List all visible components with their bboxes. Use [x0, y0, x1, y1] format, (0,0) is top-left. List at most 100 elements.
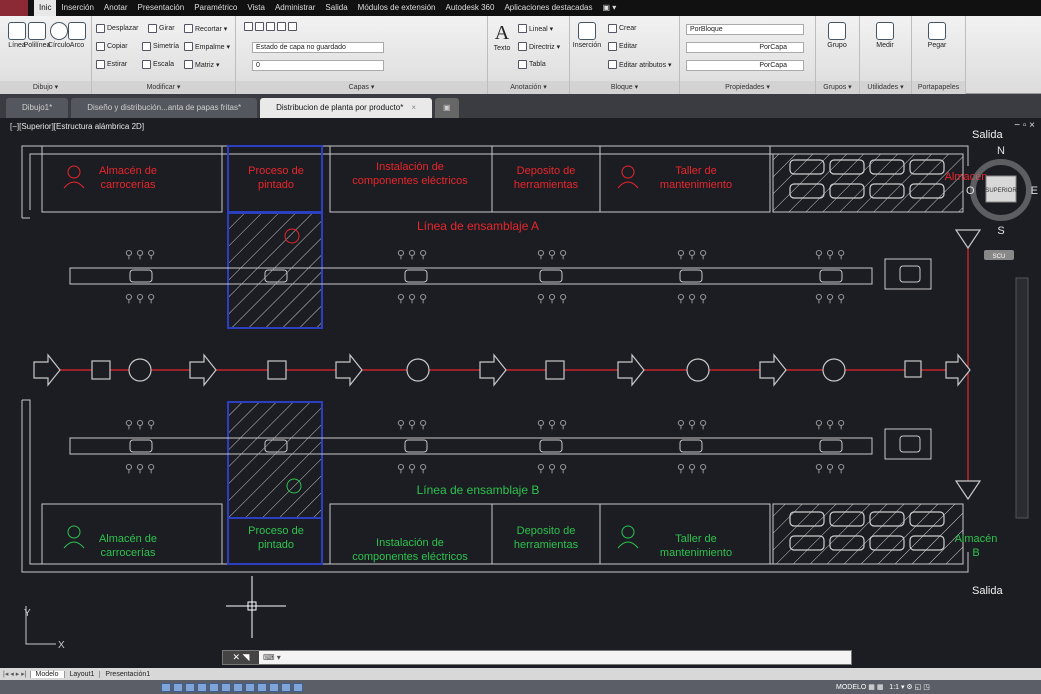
lineweight-icon[interactable]	[257, 682, 267, 692]
layer-select[interactable]: 0	[252, 60, 384, 71]
menu-inicio[interactable]: Inic	[34, 0, 57, 16]
transparency-icon[interactable]	[269, 682, 279, 692]
close-icon[interactable]: ×	[411, 103, 416, 112]
rotate-icon	[148, 24, 157, 33]
menu-autodesk360[interactable]: Autodesk 360	[441, 0, 500, 16]
menu-parametrico[interactable]: Paramétrico	[189, 0, 242, 16]
tab-dibujo1[interactable]: Dibujo1*	[6, 98, 69, 118]
lineal-tool[interactable]: Lineal ▾	[518, 24, 553, 33]
viewcube-face[interactable]: SUPERIOR	[985, 188, 1017, 194]
compass-south[interactable]: S	[997, 225, 1004, 237]
crear-bloque-tool[interactable]: Crear	[608, 24, 637, 33]
ucs-menu[interactable]: SCU	[993, 254, 1006, 260]
layer-state-select[interactable]: Estado de capa no guardado	[252, 42, 384, 53]
tab-distribucion-planta[interactable]: Distribucion de planta por producto* ×	[260, 98, 432, 118]
editar-atributos-tool[interactable]: Editar atributos ▾	[608, 60, 672, 69]
pegar-tool[interactable]: Pegar	[922, 22, 952, 49]
modificar-panel-title[interactable]: Modificar ▾	[92, 81, 235, 94]
viewport-controls[interactable]: − ▫ ×	[1014, 120, 1035, 131]
dibujo-panel-title[interactable]: Dibujo ▾	[0, 81, 91, 94]
app-logo[interactable]	[0, 0, 28, 16]
snap-icon[interactable]	[161, 682, 171, 692]
command-prompt[interactable]: ⌨ ▾	[259, 653, 281, 662]
utilidades-panel-title[interactable]: Utilidades ▾	[860, 81, 911, 94]
menu-bar: Inic Inserción Anotar Presentación Param…	[0, 0, 1041, 16]
desplazar-tool[interactable]: Desplazar	[96, 24, 139, 33]
layer-properties-tools[interactable]	[244, 22, 297, 31]
measure-icon	[876, 22, 894, 40]
compass-north[interactable]: N	[997, 145, 1005, 157]
anotacion-panel-title[interactable]: Anotación ▾	[488, 81, 569, 94]
selection-cycle-icon[interactable]	[293, 682, 303, 692]
estirar-tool[interactable]: Estirar	[96, 60, 127, 69]
linetype-select[interactable]: PorCapa	[686, 42, 804, 53]
otrack-icon[interactable]	[221, 682, 231, 692]
menu-salida[interactable]: Salida	[320, 0, 352, 16]
menu-modulos[interactable]: Módulos de extensión	[353, 0, 441, 16]
command-line[interactable]: ✕ ◥ ⌨ ▾	[222, 650, 852, 665]
portapapeles-panel-title[interactable]: Portapapeles	[912, 81, 965, 94]
insercion-tool[interactable]: Inserción	[572, 22, 602, 49]
compass-west[interactable]: O	[966, 185, 975, 197]
menu-administrar[interactable]: Administrar	[270, 0, 320, 16]
person-icon	[67, 165, 81, 179]
layer-freeze-icon	[288, 22, 297, 31]
scale-icon	[142, 60, 151, 69]
viewport-label[interactable]: [−][Superior][Estructura alámbrica 2D]	[10, 122, 144, 131]
matriz-tool[interactable]: Matriz ▾	[184, 60, 220, 69]
recortar-tool[interactable]: Recortar ▾	[184, 24, 227, 33]
propiedades-panel-title[interactable]: Propiedades ▾	[680, 81, 815, 94]
panel-portapapeles: Pegar Portapapeles	[912, 16, 966, 94]
ortho-icon[interactable]	[185, 682, 195, 692]
grupo-tool[interactable]: Grupo	[822, 22, 852, 49]
command-close-icon[interactable]: ✕ ◥	[223, 651, 259, 664]
room-label: Proceso de pintado	[248, 525, 304, 551]
nav-bar[interactable]	[1015, 277, 1029, 519]
ducs-icon[interactable]	[233, 682, 243, 692]
menu-vista[interactable]: Vista	[242, 0, 270, 16]
capas-panel-title[interactable]: Capas ▾	[236, 81, 487, 94]
grupos-panel-title[interactable]: Grupos ▾	[816, 81, 859, 94]
dyn-icon[interactable]	[245, 682, 255, 692]
person-icon	[67, 525, 81, 539]
simetria-tool[interactable]: Simetría	[142, 42, 179, 51]
bloque-panel-title[interactable]: Bloque ▾	[570, 81, 679, 94]
layout-nav-arrows[interactable]: |◂ ◂ ▸ ▸|	[0, 670, 30, 678]
directriz-tool[interactable]: Directriz ▾	[518, 42, 560, 51]
exit-label: Salida	[972, 585, 1003, 597]
girar-tool[interactable]: Girar	[148, 24, 175, 33]
menu-insercion[interactable]: Inserción	[56, 0, 98, 16]
texto-tool[interactable]: A Texto	[490, 22, 514, 52]
copiar-tool[interactable]: Copiar	[96, 42, 128, 51]
grid-icon[interactable]	[173, 682, 183, 692]
menu-anotar[interactable]: Anotar	[99, 0, 133, 16]
tab-presentacion1[interactable]: Presentación1	[99, 670, 155, 678]
svg-text:⚲ ⚲ ⚲: ⚲ ⚲ ⚲	[537, 419, 567, 431]
room-label: Deposito de herramientas	[514, 165, 579, 191]
menu-aplicaciones[interactable]: Aplicaciones destacadas	[499, 0, 597, 16]
model-label: MODELO	[836, 684, 867, 691]
quick-props-icon[interactable]	[281, 682, 291, 692]
osnap-icon[interactable]	[209, 682, 219, 692]
arco-tool[interactable]: Arco	[64, 22, 90, 49]
escala-tool[interactable]: Escala	[142, 60, 174, 69]
color-select[interactable]: PorBloque	[686, 24, 804, 35]
editar-bloque-tool[interactable]: Editar	[608, 42, 637, 51]
medir-tool[interactable]: Medir	[870, 22, 900, 49]
lineweight-select[interactable]: PorCapa	[686, 60, 804, 71]
compass-east[interactable]: E	[1031, 185, 1038, 197]
annotation-scale[interactable]: 1:1	[889, 684, 899, 691]
menu-presentacion[interactable]: Presentación	[133, 0, 190, 16]
tab-modelo[interactable]: Modelo	[29, 670, 64, 678]
room-label: Instalación de componentes eléctricos	[352, 537, 468, 563]
tab-layout1[interactable]: Layout1	[63, 670, 100, 678]
drawing-canvas[interactable]: Almacén de carrocerías Proceso de pintado …	[0, 118, 1041, 650]
menu-extra[interactable]: ▣ ▾	[598, 0, 622, 16]
viewcube[interactable]: SUPERIOR N S E O SCU	[966, 145, 1038, 260]
tab-diseno-distribucion[interactable]: Diseño y distribución...anta de papas fr…	[71, 98, 258, 118]
tabla-tool[interactable]: Tabla	[518, 60, 546, 69]
empalme-tool[interactable]: Empalme ▾	[184, 42, 230, 51]
model-space-toggle[interactable]: MODELO ▦ ▦ 1:1 ▾ ⚙ ◱ ◳	[836, 683, 930, 691]
new-tab-button[interactable]: ▣	[434, 98, 459, 118]
polar-icon[interactable]	[197, 682, 207, 692]
